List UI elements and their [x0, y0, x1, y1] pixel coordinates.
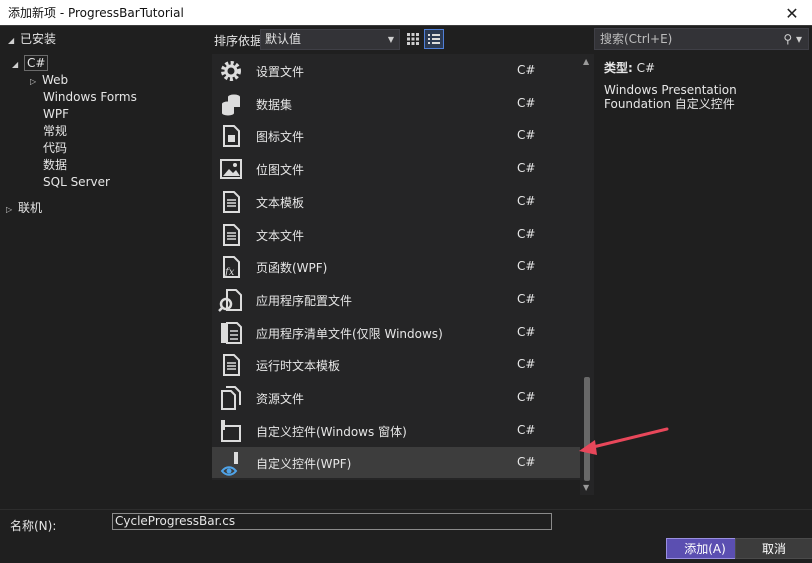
expanded-triangle-icon: ◢: [8, 36, 15, 45]
template-name: 位图文件: [256, 163, 305, 178]
tree-item-sql-server[interactable]: SQL Server: [43, 174, 110, 191]
tree-item-csharp[interactable]: ◢ C#: [12, 55, 49, 72]
template-name: 数据集: [256, 97, 293, 112]
collapsed-triangle-icon: ▷: [6, 205, 13, 214]
tree-item-wpf[interactable]: WPF: [43, 106, 69, 123]
template-language: C#: [517, 161, 536, 176]
template-row[interactable]: 图标文件 C#: [212, 120, 580, 151]
template-language: C#: [517, 259, 536, 274]
template-language: C#: [517, 226, 536, 241]
template-language: C#: [517, 357, 536, 372]
scroll-down-icon[interactable]: ▼: [583, 483, 589, 492]
template-row[interactable]: 位图文件 C#: [212, 153, 580, 184]
expanded-triangle-icon: ◢: [12, 60, 19, 69]
custom-control-wpf-icon: [218, 450, 244, 477]
grid-view-button[interactable]: [403, 29, 423, 49]
svg-text:fx: fx: [224, 267, 235, 278]
resource-icon: [218, 385, 244, 411]
template-language: C#: [517, 422, 536, 437]
window-titlebar: 添加新项 - ProgressBarTutorial ✕: [0, 0, 812, 26]
search-input[interactable]: 搜索(Ctrl+E) ⚲ ▾: [594, 28, 809, 50]
template-language: C#: [517, 63, 536, 77]
tree-item-general[interactable]: 常规: [43, 123, 67, 140]
manifest-icon: [218, 320, 244, 346]
tree-item-data[interactable]: 数据: [43, 157, 67, 174]
text-file-icon: [218, 222, 244, 248]
config-icon: [218, 287, 244, 313]
gear-icon: [218, 58, 244, 84]
scroll-up-icon[interactable]: ▲: [583, 57, 589, 66]
bottom-bar: 名称(N): CycleProgressBar.cs 添加(A) 取消: [0, 509, 812, 563]
template-row[interactable]: 自定义控件(WPF) C#: [212, 447, 580, 479]
tree-item-online[interactable]: ▷ 联机: [6, 200, 42, 217]
icon-file-icon: [218, 123, 244, 149]
template-name: 设置文件: [256, 65, 305, 79]
template-name: 文本文件: [256, 228, 305, 243]
search-icon[interactable]: ⚲ ▾: [783, 29, 802, 49]
template-name: 自定义控件(WPF): [256, 457, 352, 472]
bitmap-icon: [218, 156, 244, 182]
collapsed-triangle-icon: ▷: [30, 77, 37, 86]
add-button[interactable]: 添加(A): [666, 538, 744, 559]
template-row[interactable]: 文本模板 C#: [212, 186, 580, 217]
tree-item-windows-forms[interactable]: Windows Forms: [43, 89, 137, 106]
template-language: C#: [517, 324, 536, 339]
grid-view-icon: [407, 33, 419, 45]
annotation-arrow-icon: [579, 427, 669, 455]
template-name: 应用程序清单文件(仅限 Windows): [256, 326, 443, 341]
template-name: 应用程序配置文件: [256, 293, 353, 308]
detail-description: Windows Presentation Foundation 自定义控件: [604, 83, 737, 111]
sort-dropdown[interactable]: 默认值 ▼: [260, 29, 400, 50]
sort-label: 排序依据:: [214, 34, 267, 48]
template-name: 图标文件: [256, 130, 305, 145]
text-template-icon: [218, 189, 244, 215]
template-language: C#: [517, 128, 536, 143]
chevron-down-icon: ▼: [387, 35, 394, 44]
name-field[interactable]: CycleProgressBar.cs: [112, 513, 552, 530]
detail-panel: 类型: C# Windows Presentation Foundation 自…: [604, 61, 804, 111]
name-label: 名称(N):: [10, 519, 57, 533]
template-name: 自定义控件(Windows 窗体): [256, 424, 407, 439]
template-language: C#: [517, 390, 536, 404]
template-language: C#: [517, 95, 536, 110]
template-language: C#: [517, 193, 536, 208]
category-tree: ◢ 已安装 ◢ C# ▷ Web Windows Forms WPF 常规 代码 数据…: [0, 26, 210, 509]
sort-toolbar: 排序依据: 默认值 ▼: [210, 26, 592, 54]
list-view-icon: [428, 34, 440, 44]
window-title: 添加新项 - ProgressBarTutorial: [8, 6, 184, 20]
template-list: 设置文件 C# 数据集 C# 图标文件 C# 位图文件 C# 文本模板 C# 文本文件 C# fx 页函数…: [212, 54, 580, 480]
detail-type: 类型: C#: [604, 61, 656, 75]
dataset-icon: [218, 91, 244, 117]
template-name: 文本模板: [256, 195, 305, 210]
template-name: 运行时文本模板: [256, 359, 341, 374]
custom-control-forms-icon: [218, 418, 244, 444]
list-view-button[interactable]: [424, 29, 444, 49]
template-row[interactable]: 应用程序清单文件(仅限 Windows) C#: [212, 317, 580, 348]
template-row[interactable]: 自定义控件(Windows 窗体) C#: [212, 415, 580, 446]
template-row[interactable]: 资源文件 C#: [212, 382, 580, 413]
template-language: C#: [517, 455, 536, 470]
template-row[interactable]: fx 页函数(WPF) C#: [212, 251, 580, 282]
template-row[interactable]: 数据集 C#: [212, 88, 580, 119]
function-icon: fx: [218, 254, 244, 280]
template-row[interactable]: 运行时文本模板 C#: [212, 349, 580, 380]
cancel-button[interactable]: 取消: [735, 538, 812, 559]
runtime-template-icon: [218, 352, 244, 378]
template-name: 页函数(WPF): [256, 261, 328, 276]
template-language: C#: [517, 291, 536, 306]
template-row[interactable]: 文本文件 C#: [212, 219, 580, 250]
tree-item-installed[interactable]: ◢ 已安装: [8, 31, 56, 48]
tree-item-web[interactable]: ▷ Web: [30, 72, 68, 89]
template-row[interactable]: 设置文件 C#: [212, 55, 580, 86]
template-name: 资源文件: [256, 392, 305, 406]
close-icon[interactable]: ✕: [772, 0, 812, 26]
template-row[interactable]: 应用程序配置文件 C#: [212, 284, 580, 315]
tree-item-code[interactable]: 代码: [43, 140, 67, 157]
